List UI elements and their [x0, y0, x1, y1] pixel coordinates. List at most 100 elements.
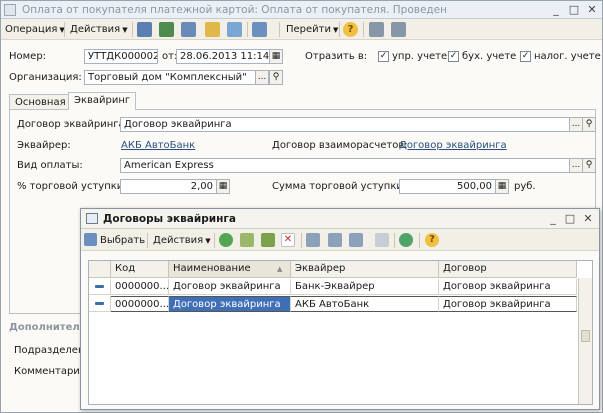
clear-filter-icon[interactable]: [375, 233, 389, 247]
select-icon[interactable]: [84, 233, 97, 246]
select-button[interactable]: ...: [569, 117, 583, 132]
filter-icon[interactable]: [306, 233, 320, 247]
cell-code: 0000000...: [111, 279, 169, 295]
goto-menu[interactable]: Перейти ▼: [284, 22, 340, 37]
settlement-link[interactable]: Договор эквайринга: [399, 140, 507, 151]
dialog-toolbar: Выбрать Действия ▼ ✕ ?: [81, 229, 599, 251]
actions-menu[interactable]: Действия ▼: [68, 22, 130, 37]
copy-icon[interactable]: [240, 233, 254, 247]
column-header-acquirer[interactable]: Эквайрер: [291, 261, 439, 278]
window-title: Оплата от покупателя платежной картой: О…: [22, 4, 447, 16]
acquiring-contracts-dialog: Договоры эквайринга _ □ ✕ Выбрать Действ…: [80, 208, 600, 410]
maximize-button[interactable]: □: [567, 3, 581, 17]
edit-icon[interactable]: [261, 233, 275, 247]
select-button[interactable]: Выбрать: [98, 233, 147, 248]
filter-by-value-icon[interactable]: [328, 233, 342, 247]
journal-icon[interactable]: [369, 22, 384, 37]
toolbar-separator: [419, 233, 420, 248]
post-icon[interactable]: [181, 22, 196, 37]
toolbar-separator: [147, 233, 148, 248]
refresh-icon[interactable]: [399, 233, 413, 247]
discount-label: % торговой уступки:: [17, 181, 127, 192]
cell-name: Договор эквайринга: [169, 279, 291, 295]
operation-menu[interactable]: Операция ▼: [3, 22, 67, 37]
close-button[interactable]: ✕: [581, 212, 595, 226]
delete-icon[interactable]: ✕: [281, 233, 295, 247]
sort-ascending-icon: ▲: [277, 265, 283, 273]
toolbar-separator: [339, 22, 340, 37]
search-icon[interactable]: ⚲: [582, 117, 596, 132]
print-icon[interactable]: [252, 22, 267, 37]
select-button[interactable]: ...: [569, 158, 583, 173]
number-field[interactable]: УТТДК000002: [84, 49, 158, 64]
element-icon: [95, 285, 104, 288]
toolbar-separator: [363, 22, 364, 37]
accounting-label: бух. учете: [462, 51, 517, 62]
post-and-close-icon[interactable]: [137, 22, 152, 37]
date-field[interactable]: 28.06.2013 11:14:34: [176, 49, 270, 64]
contracts-table: Код Наименование ▲ Эквайрер Договор 00000…: [88, 260, 593, 405]
tax-accounting-checkbox[interactable]: ✓: [520, 51, 531, 62]
chevron-down-icon: ▼: [205, 237, 211, 245]
structure-icon[interactable]: [227, 22, 242, 37]
maximize-button[interactable]: □: [563, 212, 577, 226]
mgmt-accounting-checkbox[interactable]: ✓: [378, 51, 389, 62]
comment-label: Комментарий: [14, 366, 87, 377]
add-icon[interactable]: [219, 233, 233, 247]
toolbar-separator: [247, 22, 248, 37]
select-button[interactable]: ...: [255, 70, 269, 85]
calculator-icon[interactable]: ▦: [495, 179, 509, 194]
row-marker: [89, 296, 111, 312]
toolbar-separator: [132, 22, 133, 37]
calendar-icon[interactable]: ▦: [269, 49, 283, 64]
title-bar: Оплата от покупателя платежной картой: О…: [1, 1, 602, 19]
minimize-button[interactable]: _: [546, 212, 560, 226]
chevron-down-icon: ▼: [122, 26, 128, 34]
accounting-checkbox[interactable]: ✓: [448, 51, 459, 62]
tab-main[interactable]: Основная: [9, 94, 72, 110]
dialog-title-bar: Договоры эквайринга _ □ ✕: [81, 209, 599, 229]
cell-acquirer: Банк-Эквайрер: [291, 279, 439, 295]
payment-type-field[interactable]: American Express: [120, 158, 570, 173]
cell-contract: Договор эквайринга: [439, 296, 577, 312]
calculator-icon[interactable]: ▦: [216, 179, 230, 194]
cell-code: 0000000...: [111, 296, 169, 312]
help-icon[interactable]: ?: [425, 233, 439, 247]
acquirer-link[interactable]: АКБ АвтоБанк: [121, 140, 195, 151]
organization-field[interactable]: Торговый дом "Комплексный": [84, 70, 256, 85]
sum-field[interactable]: 500,00: [399, 179, 496, 194]
chevron-down-icon: ▼: [333, 26, 339, 34]
toolbar-separator: [394, 233, 395, 248]
discount-field[interactable]: 2,00: [120, 179, 217, 194]
reflect-label: Отразить в:: [305, 51, 368, 62]
save-icon[interactable]: [159, 22, 174, 37]
column-header-code[interactable]: Код: [111, 261, 169, 278]
element-icon: [95, 302, 104, 305]
organization-label: Организация:: [9, 72, 82, 83]
search-icon[interactable]: ⚲: [269, 70, 283, 85]
column-header-contract[interactable]: Договор: [439, 261, 577, 278]
minimize-button[interactable]: _: [549, 3, 563, 17]
contract-field[interactable]: Договор эквайринга: [120, 117, 570, 132]
cell-name-selected: Договор эквайринга: [169, 296, 291, 312]
help-icon[interactable]: ?: [343, 22, 358, 37]
based-on-icon[interactable]: [205, 22, 220, 37]
number-label: Номер:: [9, 51, 47, 62]
table-header-marker: [89, 261, 111, 278]
search-icon[interactable]: ⚲: [582, 158, 596, 173]
tab-acquiring[interactable]: Эквайринг: [68, 92, 137, 110]
main-toolbar: Операция ▼ Действия ▼ Перейти ▼ ?: [1, 19, 602, 40]
scrollbar-thumb[interactable]: [581, 330, 590, 342]
payment-type-label: Вид оплаты:: [17, 160, 83, 171]
close-button[interactable]: ✕: [585, 3, 599, 17]
goto-menu-label: Перейти: [286, 24, 331, 35]
additional-section-header: Дополнител: [9, 322, 80, 333]
vertical-scrollbar[interactable]: [578, 278, 592, 404]
actions-menu[interactable]: Действия ▼: [151, 233, 213, 248]
filter-history-icon[interactable]: [349, 233, 363, 247]
report-icon[interactable]: [391, 22, 406, 37]
operation-menu-label: Операция: [5, 24, 58, 35]
column-header-name[interactable]: Наименование ▲: [169, 261, 291, 278]
tax-accounting-label: налог. учете: [534, 51, 601, 62]
cell-acquirer: АКБ АвтоБанк: [291, 296, 439, 312]
